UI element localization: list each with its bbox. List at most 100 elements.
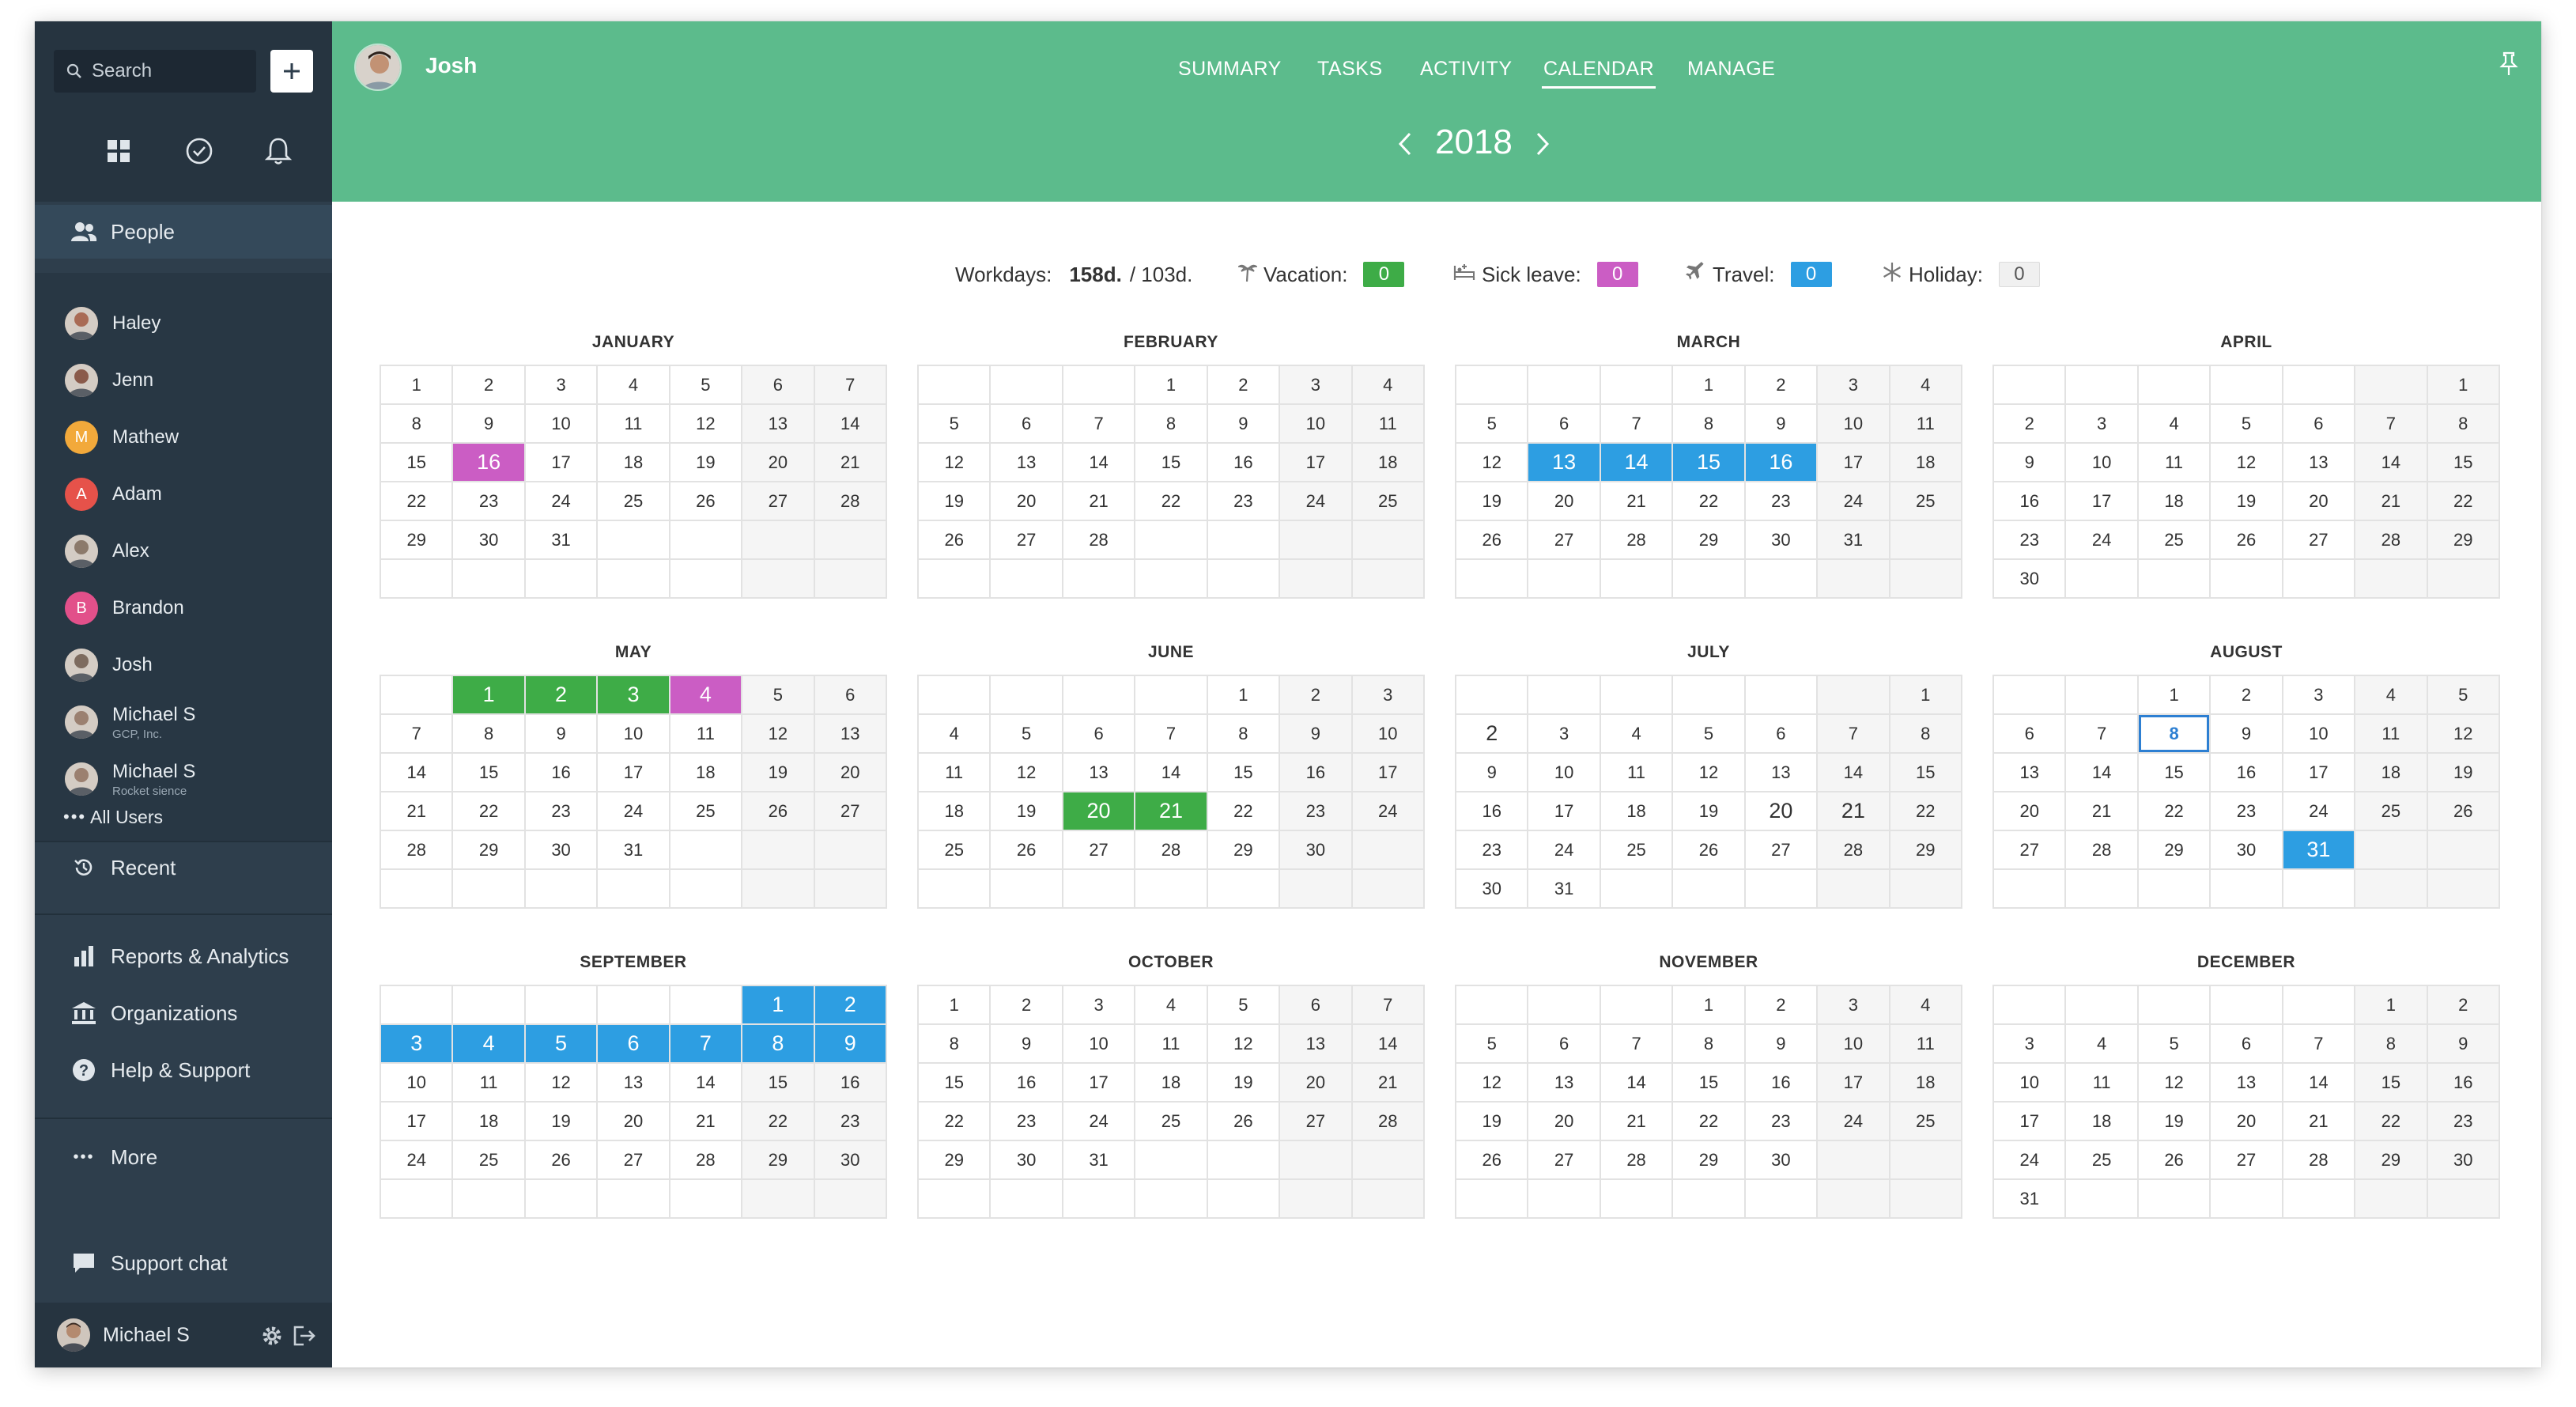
- calendar-day[interactable]: 12: [1207, 1025, 1281, 1064]
- sidebar-person-item[interactable]: B Brandon: [35, 580, 332, 637]
- calendar-day[interactable]: 17: [1352, 754, 1425, 792]
- calendar-day[interactable]: 13: [814, 715, 887, 754]
- calendar-day[interactable]: 5: [2211, 405, 2283, 444]
- calendar-day[interactable]: 22: [381, 482, 454, 521]
- calendar-day[interactable]: 23: [525, 792, 599, 831]
- calendar-day[interactable]: 16: [991, 1064, 1063, 1103]
- calendar-day[interactable]: 27: [598, 1141, 670, 1180]
- calendar-day[interactable]: 11: [453, 1064, 526, 1103]
- calendar-day[interactable]: 12: [742, 715, 815, 754]
- calendar-day[interactable]: 29: [1207, 831, 1281, 870]
- calendar-day[interactable]: 26: [919, 521, 991, 560]
- calendar-day[interactable]: 23: [1456, 831, 1529, 870]
- calendar-day[interactable]: 23: [1745, 482, 1819, 521]
- calendar-day[interactable]: 26: [1207, 1103, 1281, 1141]
- calendar-day[interactable]: 3: [1528, 715, 1601, 754]
- calendar-day[interactable]: 13: [1280, 1025, 1353, 1064]
- calendar-day[interactable]: 1: [1673, 366, 1746, 405]
- calendar-day[interactable]: 3: [2283, 676, 2356, 715]
- calendar-day[interactable]: 4: [1352, 366, 1425, 405]
- calendar-day[interactable]: 30: [1745, 521, 1819, 560]
- calendar-day[interactable]: 2: [991, 986, 1063, 1025]
- calendar-day[interactable]: 6: [598, 1025, 670, 1064]
- calendar-day[interactable]: 20: [598, 1103, 670, 1141]
- calendar-day[interactable]: 16: [2427, 1064, 2500, 1103]
- logout-icon[interactable]: [293, 1325, 316, 1352]
- calendar-day[interactable]: 20: [2283, 482, 2356, 521]
- calendar-day[interactable]: 15: [453, 754, 526, 792]
- calendar-day[interactable]: 4: [670, 676, 743, 715]
- calendar-day[interactable]: 2: [2211, 676, 2283, 715]
- sidebar-item-support-chat[interactable]: Support chat: [35, 1236, 332, 1290]
- calendar-day[interactable]: 7: [1063, 405, 1136, 444]
- calendar-day[interactable]: 3: [1818, 986, 1890, 1025]
- calendar-day[interactable]: 11: [1135, 1025, 1208, 1064]
- calendar-day[interactable]: 7: [1818, 715, 1890, 754]
- calendar-day[interactable]: 11: [2066, 1064, 2139, 1103]
- calendar-day[interactable]: 15: [919, 1064, 991, 1103]
- calendar-day[interactable]: 25: [1890, 1103, 1962, 1141]
- calendar-day[interactable]: 5: [1456, 1025, 1529, 1064]
- calendar-day[interactable]: 23: [1994, 521, 2067, 560]
- calendar-day[interactable]: 21: [1135, 792, 1208, 831]
- calendar-day[interactable]: 29: [2138, 831, 2212, 870]
- calendar-day[interactable]: 2: [1745, 986, 1819, 1025]
- calendar-day[interactable]: 14: [2283, 1064, 2356, 1103]
- calendar-day[interactable]: 8: [453, 715, 526, 754]
- calendar-day[interactable]: 7: [2355, 405, 2428, 444]
- sidebar-person-item[interactable]: Haley: [35, 295, 332, 352]
- add-button[interactable]: [270, 50, 313, 93]
- calendar-day[interactable]: 15: [381, 444, 454, 482]
- calendar-day[interactable]: 5: [1673, 715, 1746, 754]
- calendar-day[interactable]: 17: [1280, 444, 1353, 482]
- calendar-day[interactable]: 6: [1528, 1025, 1601, 1064]
- current-user-name[interactable]: Michael S: [103, 1324, 190, 1347]
- calendar-day[interactable]: 18: [1890, 444, 1962, 482]
- calendar-day[interactable]: 22: [2138, 792, 2212, 831]
- calendar-day[interactable]: 4: [1135, 986, 1208, 1025]
- calendar-day[interactable]: 28: [1352, 1103, 1425, 1141]
- calendar-day[interactable]: 6: [1994, 715, 2067, 754]
- sidebar-item-reports[interactable]: Reports & Analytics: [35, 929, 332, 983]
- calendar-day[interactable]: 17: [2283, 754, 2356, 792]
- calendar-day[interactable]: 22: [453, 792, 526, 831]
- calendar-day[interactable]: 18: [453, 1103, 526, 1141]
- calendar-day[interactable]: 1: [1890, 676, 1962, 715]
- calendar-day[interactable]: 2: [1745, 366, 1819, 405]
- calendar-day[interactable]: 13: [598, 1064, 670, 1103]
- sidebar-item-more[interactable]: ••• More: [35, 1130, 332, 1184]
- calendar-day[interactable]: 27: [1280, 1103, 1353, 1141]
- calendar-day[interactable]: 25: [2355, 792, 2428, 831]
- calendar-day[interactable]: 26: [991, 831, 1063, 870]
- calendar-day[interactable]: 12: [991, 754, 1063, 792]
- calendar-day[interactable]: 19: [991, 792, 1063, 831]
- calendar-day[interactable]: 30: [2427, 1141, 2500, 1180]
- calendar-day[interactable]: 30: [1456, 870, 1529, 909]
- calendar-day[interactable]: 15: [1673, 444, 1746, 482]
- sidebar-item-recent[interactable]: Recent: [35, 841, 332, 895]
- calendar-day[interactable]: 14: [1352, 1025, 1425, 1064]
- calendar-day[interactable]: 31: [1528, 870, 1601, 909]
- calendar-day[interactable]: 27: [1063, 831, 1136, 870]
- calendar-day[interactable]: 16: [1280, 754, 1353, 792]
- calendar-day[interactable]: 14: [1818, 754, 1890, 792]
- calendar-day[interactable]: 17: [1994, 1103, 2067, 1141]
- calendar-day[interactable]: 3: [1818, 366, 1890, 405]
- calendar-day[interactable]: 18: [2066, 1103, 2139, 1141]
- calendar-day[interactable]: 23: [2211, 792, 2283, 831]
- calendar-day[interactable]: 13: [1745, 754, 1819, 792]
- calendar-day[interactable]: 16: [525, 754, 599, 792]
- calendar-day[interactable]: 9: [1207, 405, 1281, 444]
- calendar-day[interactable]: 29: [381, 521, 454, 560]
- sidebar-person-item[interactable]: Alex: [35, 523, 332, 580]
- calendar-day[interactable]: 26: [1456, 1141, 1529, 1180]
- calendar-day[interactable]: 3: [381, 1025, 454, 1064]
- calendar-day[interactable]: 9: [453, 405, 526, 444]
- calendar-day[interactable]: 14: [1600, 444, 1674, 482]
- calendar-day[interactable]: 26: [525, 1141, 599, 1180]
- calendar-day[interactable]: 14: [1135, 754, 1208, 792]
- calendar-day[interactable]: 19: [1673, 792, 1746, 831]
- calendar-day[interactable]: 25: [919, 831, 991, 870]
- calendar-day[interactable]: 12: [919, 444, 991, 482]
- calendar-day[interactable]: 10: [1063, 1025, 1136, 1064]
